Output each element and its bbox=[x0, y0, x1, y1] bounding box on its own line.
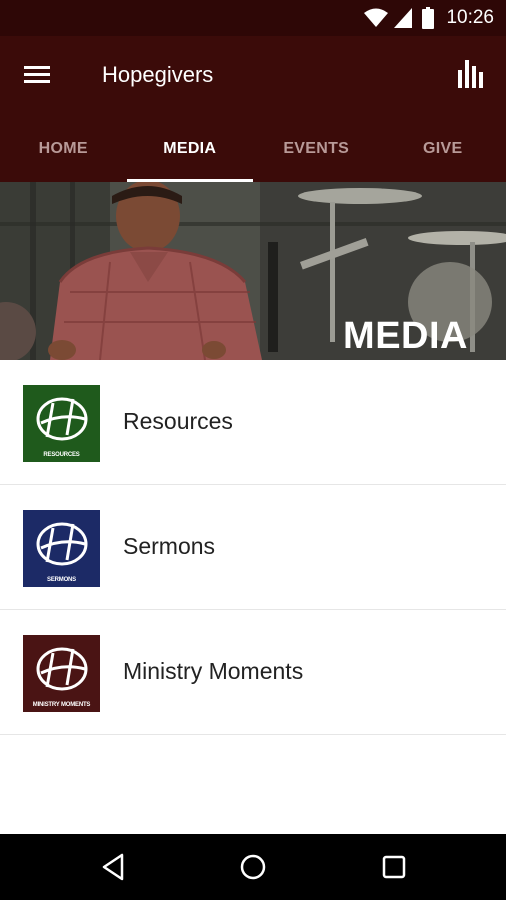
wifi-icon bbox=[364, 8, 389, 28]
ministry-moments-thumbnail: MINISTRY MOMENTS bbox=[23, 635, 100, 712]
list-item-resources[interactable]: RESOURCES Resources bbox=[0, 360, 506, 485]
media-list: RESOURCES Resources SERMONS Sermons MINI… bbox=[0, 360, 506, 735]
list-item-ministry-moments[interactable]: MINISTRY MOMENTS Ministry Moments bbox=[0, 610, 506, 735]
home-icon[interactable] bbox=[237, 851, 269, 883]
hero-banner: MEDIA bbox=[0, 182, 506, 360]
status-icons: 10:26 bbox=[364, 0, 494, 36]
tab-bar: HOME MEDIA EVENTS GIVE bbox=[0, 116, 506, 182]
hopegivers-logo-icon bbox=[36, 647, 88, 691]
resources-label: Resources bbox=[123, 408, 233, 434]
back-icon[interactable] bbox=[98, 851, 130, 883]
sermons-thumbnail: SERMONS bbox=[23, 510, 100, 587]
tab-home[interactable]: HOME bbox=[0, 116, 127, 182]
tab-give[interactable]: GIVE bbox=[380, 116, 506, 182]
resources-thumbnail: RESOURCES bbox=[23, 385, 100, 462]
status-bar: 10:26 bbox=[0, 0, 506, 36]
sermons-label: Sermons bbox=[123, 533, 216, 559]
hamburger-menu-icon[interactable] bbox=[22, 62, 54, 90]
resources-thumb-caption: RESOURCES bbox=[43, 452, 80, 458]
tab-media[interactable]: MEDIA bbox=[126, 116, 254, 182]
app-title: Hopegivers bbox=[102, 62, 214, 87]
navigation-bar bbox=[0, 834, 506, 900]
bar-chart-icon[interactable] bbox=[456, 56, 488, 92]
battery-icon bbox=[422, 7, 435, 29]
tab-events[interactable]: EVENTS bbox=[253, 116, 380, 182]
recents-icon[interactable] bbox=[378, 851, 410, 883]
list-item-sermons[interactable]: SERMONS Sermons bbox=[0, 485, 506, 610]
hero-title: MEDIA bbox=[343, 315, 468, 357]
sermons-thumb-caption: SERMONS bbox=[47, 577, 76, 583]
app-bar: Hopegivers bbox=[0, 36, 506, 116]
hopegivers-logo-icon bbox=[36, 397, 88, 441]
clock: 10:26 bbox=[446, 7, 494, 28]
ministry-moments-label: Ministry Moments bbox=[123, 658, 304, 684]
hopegivers-logo-icon bbox=[36, 522, 88, 566]
signal-icon bbox=[394, 8, 413, 28]
ministry-moments-thumb-caption: MINISTRY MOMENTS bbox=[32, 702, 91, 708]
